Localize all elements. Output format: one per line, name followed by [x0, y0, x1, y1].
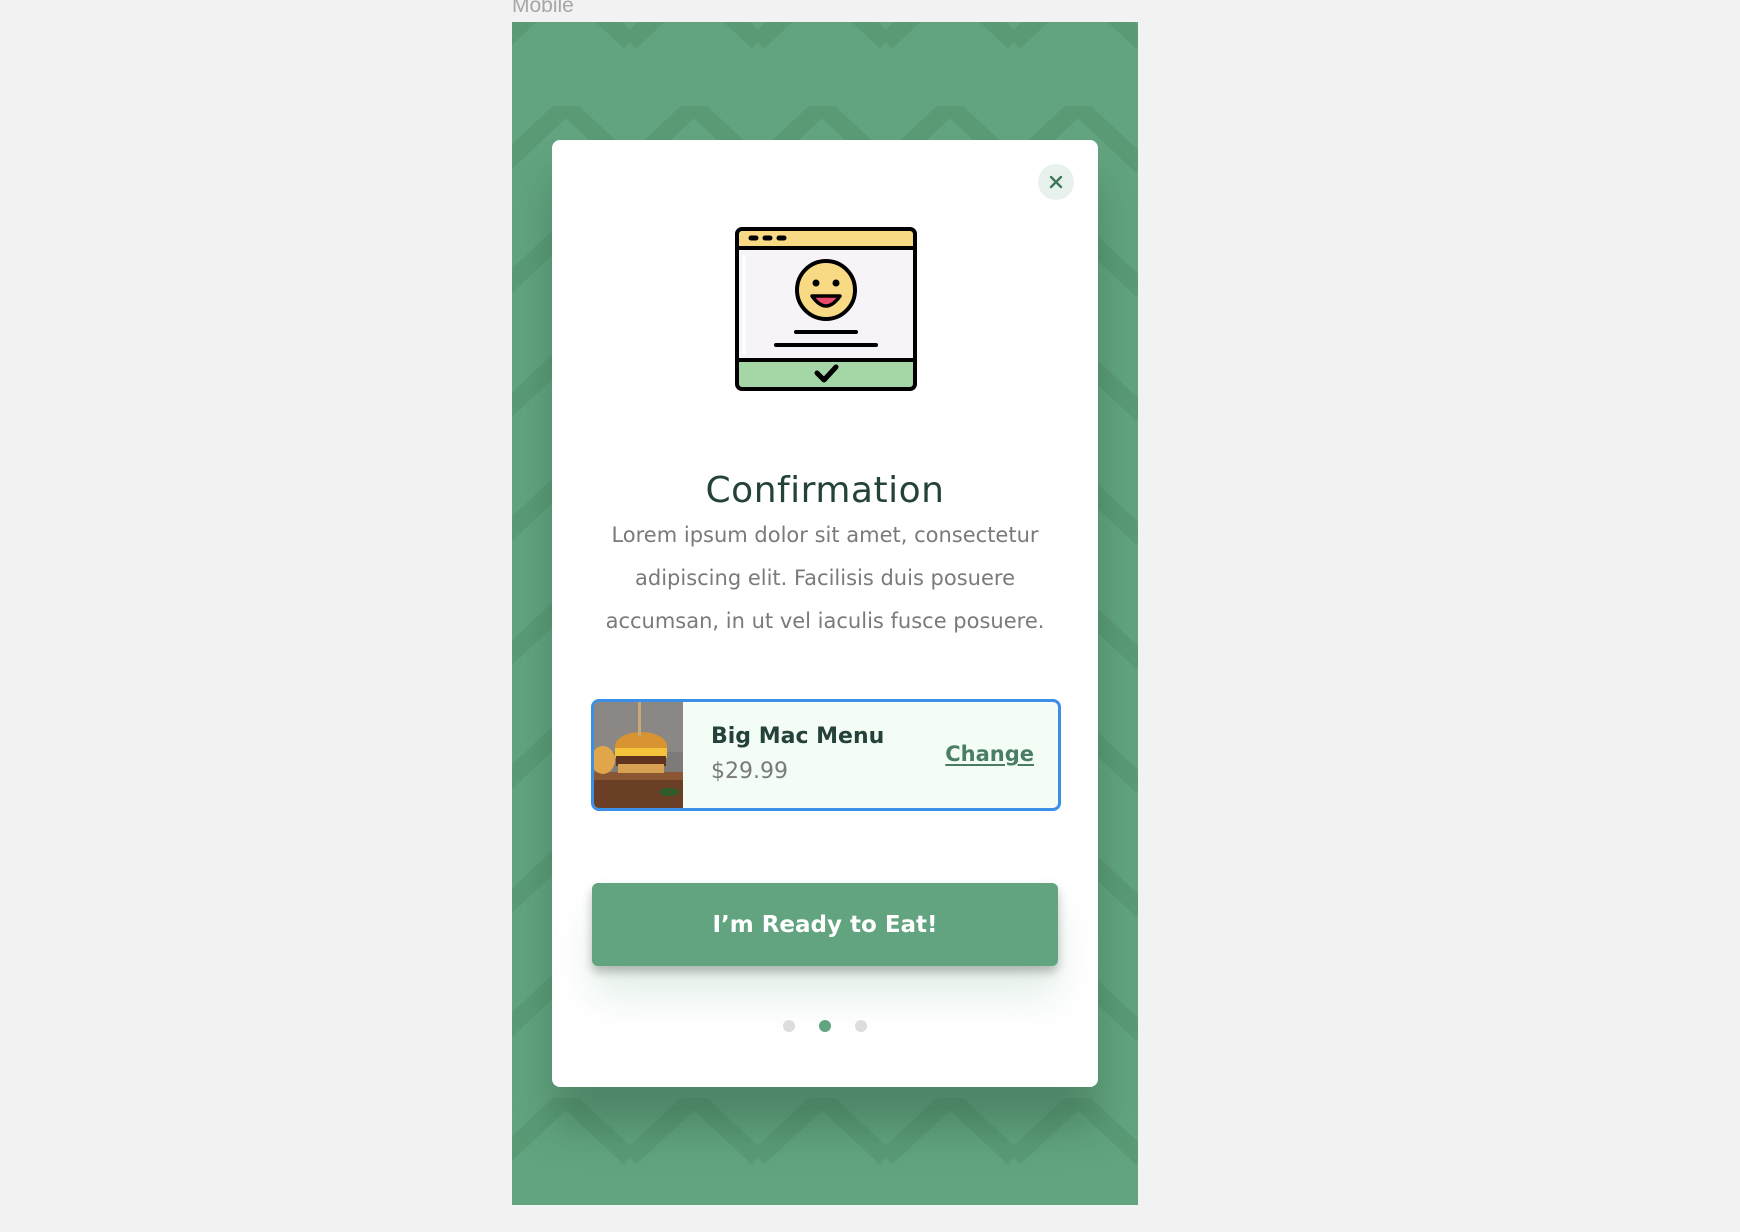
pagination-dot-2-active[interactable]: [819, 1020, 831, 1032]
burger-photo: [594, 702, 683, 808]
close-icon: [1049, 175, 1063, 189]
mobile-frame: Confirmation Lorem ipsum dolor sit amet,…: [512, 22, 1138, 1205]
close-button[interactable]: [1038, 164, 1074, 200]
pagination-dot-1[interactable]: [783, 1020, 795, 1032]
modal-description: Lorem ipsum dolor sit amet, consectetur …: [605, 523, 1045, 633]
browser-smiley-check-icon: [735, 227, 917, 391]
selected-item-card[interactable]: Big Mac Menu $29.99 Change: [591, 699, 1061, 811]
ready-to-eat-button[interactable]: I’m Ready to Eat!: [592, 883, 1058, 966]
item-name: Big Mac Menu: [711, 724, 885, 749]
pagination-dots: [552, 1020, 1098, 1032]
pagination-dot-3[interactable]: [855, 1020, 867, 1032]
item-price: $29.99: [711, 759, 788, 784]
modal-title: Confirmation: [705, 470, 945, 511]
frame-label: Mobile: [512, 0, 574, 17]
confirmation-modal: Confirmation Lorem ipsum dolor sit amet,…: [552, 140, 1098, 1087]
change-item-link[interactable]: Change: [945, 742, 1034, 766]
